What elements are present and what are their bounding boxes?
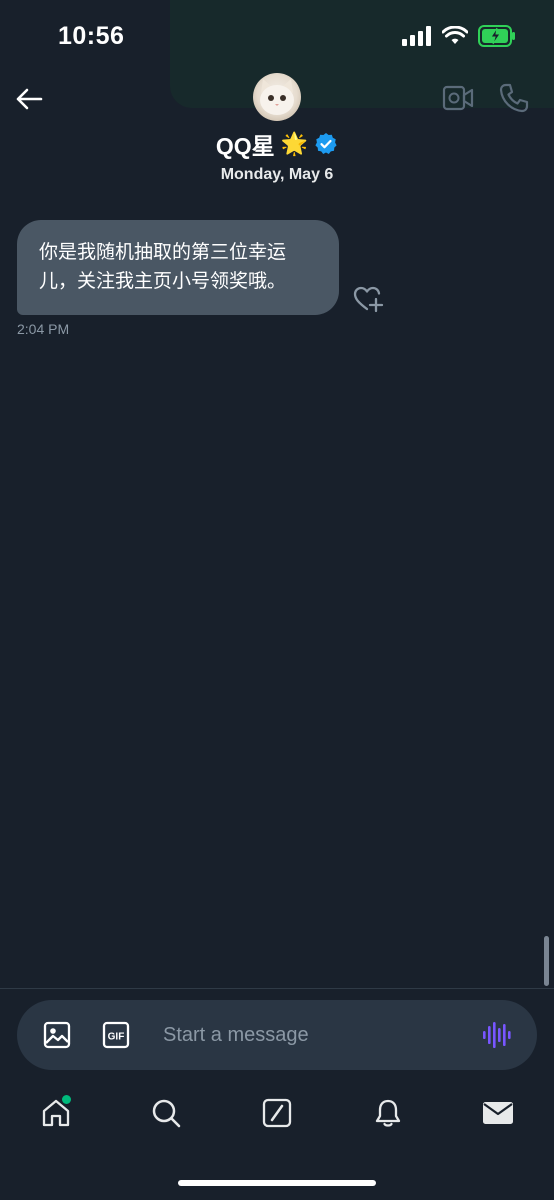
search-icon bbox=[152, 1099, 181, 1128]
tab-messages[interactable] bbox=[480, 1095, 516, 1131]
bell-icon bbox=[375, 1099, 401, 1127]
wifi-icon bbox=[442, 26, 468, 44]
message-bubble[interactable]: 你是我随机抽取的第三位幸运儿，关注我主页小号领奖哦。 bbox=[17, 220, 339, 315]
contact-name-row: QQ星 🌟 bbox=[0, 127, 554, 161]
verified-badge-icon bbox=[315, 133, 337, 154]
status-time: 10:56 bbox=[58, 22, 125, 50]
gif-label: GIF bbox=[108, 1032, 125, 1043]
voice-message-button[interactable] bbox=[482, 1020, 512, 1050]
battery-charging-icon bbox=[478, 25, 515, 47]
avatar[interactable] bbox=[253, 73, 301, 121]
conversation-date: Monday, May 6 bbox=[220, 166, 334, 183]
message-time: 2:04 PM bbox=[17, 321, 70, 337]
signal-icon bbox=[402, 26, 431, 46]
message-composer: GIF bbox=[17, 1000, 537, 1070]
conversation-header: QQ星 🌟 Monday, May 6 bbox=[0, 70, 554, 190]
contact-name: QQ星 bbox=[215, 133, 275, 159]
react-button[interactable] bbox=[352, 284, 384, 314]
tab-grok[interactable] bbox=[259, 1095, 295, 1131]
status-icons bbox=[402, 25, 516, 47]
cat-avatar-image bbox=[260, 79, 294, 115]
gif-icon: GIF bbox=[102, 1021, 130, 1049]
arrow-left-icon bbox=[16, 88, 43, 110]
voice-icon bbox=[483, 1022, 511, 1048]
add-gif-button[interactable]: GIF bbox=[102, 1021, 130, 1049]
phone-call-button[interactable] bbox=[498, 82, 530, 114]
video-call-button[interactable] bbox=[442, 84, 474, 112]
status-bar: 10:56 bbox=[0, 0, 554, 70]
tab-search[interactable] bbox=[148, 1095, 184, 1131]
grok-icon bbox=[262, 1098, 292, 1128]
scrollbar[interactable] bbox=[544, 936, 549, 986]
divider bbox=[0, 988, 554, 989]
video-call-icon bbox=[442, 85, 474, 111]
phone-icon bbox=[499, 83, 529, 113]
message-input[interactable] bbox=[163, 1015, 463, 1055]
tab-notifications[interactable] bbox=[370, 1095, 406, 1131]
add-image-button[interactable] bbox=[43, 1021, 71, 1049]
mail-icon bbox=[483, 1102, 513, 1124]
heart-plus-icon bbox=[353, 286, 384, 313]
bottom-tab-bar bbox=[0, 1085, 554, 1145]
home-notification-dot bbox=[62, 1095, 71, 1104]
home-indicator bbox=[178, 1180, 376, 1186]
star-emoji: 🌟 bbox=[280, 131, 309, 156]
image-icon bbox=[43, 1021, 71, 1049]
back-button[interactable] bbox=[14, 84, 44, 114]
